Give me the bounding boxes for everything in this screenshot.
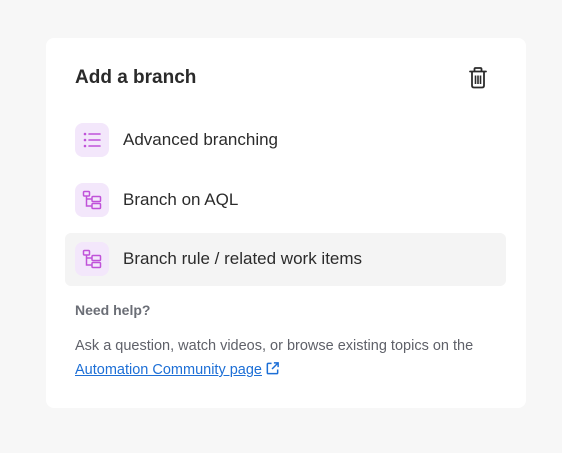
delete-button[interactable] — [467, 66, 489, 90]
option-advanced-branching[interactable]: Advanced branching — [65, 114, 506, 167]
option-label: Branch on AQL — [123, 190, 239, 209]
branch-icon — [82, 190, 102, 210]
option-branch-on-aql[interactable]: Branch on AQL — [65, 174, 506, 227]
branch-icon — [82, 249, 102, 269]
help-text: Ask a question, watch videos, or browse … — [75, 334, 495, 382]
link-label: Automation Community page — [75, 362, 262, 378]
automation-community-link[interactable]: Automation Community page — [75, 362, 262, 378]
add-branch-panel: Add a branch Advanced branching Branch o… — [46, 38, 526, 408]
help-heading: Need help? — [75, 302, 151, 318]
option-branch-rule-related-work-items[interactable]: Branch rule / related work items — [65, 233, 506, 286]
option-label: Advanced branching — [123, 130, 279, 149]
list-icon — [83, 132, 101, 148]
panel-title: Add a branch — [75, 67, 197, 88]
trash-icon — [469, 67, 487, 89]
external-link-icon[interactable] — [265, 361, 280, 376]
option-label: Branch rule / related work items — [123, 249, 363, 268]
help-description: Ask a question, watch videos, or browse … — [75, 338, 474, 354]
